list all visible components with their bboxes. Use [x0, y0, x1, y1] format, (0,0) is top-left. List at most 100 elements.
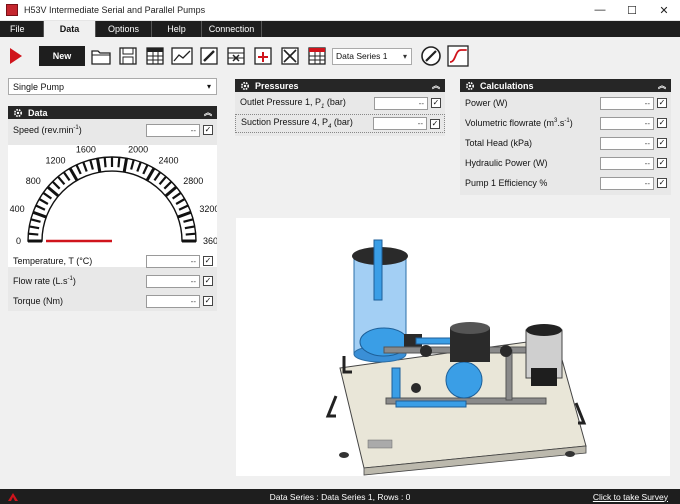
curve-chart-icon[interactable] [447, 45, 469, 67]
flow-rate-row: Flow rate (L.s-1) -- ✓ [8, 272, 217, 290]
suction-pressure-row: Suction Pressure 4, P4 (bar) -- ✓ [235, 114, 445, 133]
app-icon [6, 4, 18, 16]
total-head-checkbox[interactable]: ✓ [657, 138, 667, 148]
temperature-value: -- [146, 254, 200, 268]
speed-gauge: 0 400 800 1200 1600 2000 2400 2800 3200 3600 [8, 144, 223, 267]
temperature-label: Temperature, T (°C) [13, 256, 93, 266]
gear-icon[interactable] [465, 81, 475, 91]
add-row-icon[interactable] [252, 45, 274, 67]
torque-checkbox[interactable]: ✓ [203, 296, 213, 306]
volumetric-flowrate-label: Volumetric flowrate (m3.s-1) [465, 118, 573, 128]
outlet-pressure-value: -- [374, 96, 428, 110]
torque-label: Torque (Nm) [13, 296, 64, 306]
data-series-value: Data Series 1 [336, 51, 388, 61]
hydraulic-power-checkbox[interactable]: ✓ [657, 158, 667, 168]
power-label: Power (W) [465, 98, 508, 108]
gauge-minor-tick [28, 232, 39, 236]
power-row: Power (W) -- ✓ [460, 94, 671, 112]
edit-pen-icon[interactable] [198, 45, 220, 67]
gauge-edit-icon[interactable] [420, 45, 442, 67]
gear-icon[interactable] [240, 81, 250, 91]
status-text: Data Series : Data Series 1, Rows : 0 [269, 491, 411, 502]
suction-pressure-value: -- [373, 117, 427, 130]
pump-efficiency-label: Pump 1 Efficiency % [465, 178, 548, 188]
survey-link[interactable]: Click to take Survey [593, 492, 668, 502]
gauge-tick-label: 1600 [76, 145, 96, 154]
gauge-minor-tick [185, 232, 196, 236]
outlet-pressure-checkbox[interactable]: ✓ [431, 98, 441, 108]
toolbar: New Data Series 1 ▾ [0, 40, 680, 72]
tab-options[interactable]: Options [96, 21, 152, 37]
data-series-select[interactable]: Data Series 1 ▾ [332, 47, 412, 65]
speed-value: -- [146, 123, 200, 137]
gauge-tick-label: 3200 [199, 204, 217, 214]
gauge-tick-label: 800 [26, 176, 41, 186]
collapse-icon[interactable]: ︽ [432, 80, 440, 91]
speed-row: Speed (rev.min-1) -- ✓ [8, 121, 217, 139]
outlet-pressure-row: Outlet Pressure 1, P1 (bar) -- ✓ [235, 94, 445, 112]
maximize-button[interactable]: ☐ [616, 0, 648, 21]
tab-connection[interactable]: Connection [202, 21, 262, 37]
flow-rate-value: -- [146, 274, 200, 288]
temperature-checkbox[interactable]: ✓ [203, 256, 213, 266]
collapse-icon[interactable]: ︽ [658, 80, 666, 91]
collapse-icon[interactable]: ︽ [204, 107, 212, 118]
graph-icon[interactable] [171, 45, 193, 67]
hydraulic-power-value: -- [600, 156, 654, 170]
torque-row: Torque (Nm) -- ✓ [8, 292, 217, 310]
pump-rig-illustration [325, 239, 587, 476]
suction-pressure-checkbox[interactable]: ✓ [430, 118, 440, 129]
pump-mode-select[interactable]: Single Pump ▾ [8, 78, 217, 95]
gauge-minor-tick [117, 157, 121, 168]
minimize-button[interactable]: — [584, 0, 616, 21]
delete-row-icon[interactable] [225, 45, 247, 67]
tab-data[interactable]: Data [44, 21, 96, 37]
temperature-row: Temperature, T (°C) -- ✓ [8, 252, 217, 270]
table-icon[interactable] [144, 45, 166, 67]
hydraulic-power-label: Hydraulic Power (W) [465, 158, 548, 168]
total-head-label: Total Head (kPa) [465, 138, 533, 148]
data-panel: Data ︽ Speed (rev.min-1) -- ✓ 0 400 800 120… [8, 106, 223, 311]
volumetric-flowrate-checkbox[interactable]: ✓ [657, 118, 667, 128]
gauge-minor-tick [103, 157, 107, 168]
pressures-panel-title: Pressures [255, 80, 299, 91]
volumetric-flowrate-value: -- [600, 116, 654, 130]
open-folder-icon[interactable] [90, 45, 112, 67]
pump-mode-value: Single Pump [13, 81, 65, 92]
play-icon[interactable] [9, 47, 25, 65]
hydraulic-power-row: Hydraulic Power (W) -- ✓ [460, 154, 671, 172]
gauge-tick-label: 2000 [128, 145, 148, 154]
clear-icon[interactable] [279, 45, 301, 67]
pump-efficiency-value: -- [600, 176, 654, 190]
speed-label: Speed (rev.min-1) [13, 125, 82, 135]
gauge-tick-label: 2800 [183, 176, 203, 186]
gear-icon[interactable] [13, 108, 23, 118]
flow-rate-checkbox[interactable]: ✓ [203, 276, 213, 286]
title-bar: H53V Intermediate Serial and Parallel Pu… [0, 0, 680, 21]
pressures-panel-header: Pressures ︽ [235, 79, 445, 92]
pump-efficiency-checkbox[interactable]: ✓ [657, 178, 667, 188]
total-head-value: -- [600, 136, 654, 150]
tab-help[interactable]: Help [152, 21, 202, 37]
chevron-down-icon: ▾ [402, 51, 407, 61]
chevron-down-icon: ▾ [206, 82, 211, 91]
save-icon[interactable] [117, 45, 139, 67]
power-checkbox[interactable]: ✓ [657, 98, 667, 108]
gauge-ring [27, 156, 197, 242]
outlet-pressure-label: Outlet Pressure 1, P1 (bar) [240, 96, 346, 110]
close-button[interactable]: ✕ [648, 0, 680, 21]
gauge-tick-label: 400 [10, 204, 25, 214]
tab-file[interactable]: File [0, 21, 44, 37]
suction-pressure-label: Suction Pressure 4, P4 (bar) [241, 117, 353, 130]
new-button[interactable]: New [39, 46, 85, 66]
gauge-tick-label: 2400 [159, 155, 179, 165]
equipment-diagram [236, 218, 670, 476]
spreadsheet-icon[interactable] [306, 45, 328, 67]
gauge-tick-label: 3600 [203, 236, 217, 246]
speed-checkbox[interactable]: ✓ [203, 125, 213, 135]
power-value: -- [600, 96, 654, 110]
window-title: H53V Intermediate Serial and Parallel Pu… [24, 5, 206, 15]
total-head-row: Total Head (kPa) -- ✓ [460, 134, 671, 152]
menu-bar: File Data Options Help Connection [0, 21, 680, 37]
calculations-panel: Calculations ︽ Power (W) -- ✓ Volumetric… [460, 79, 671, 195]
